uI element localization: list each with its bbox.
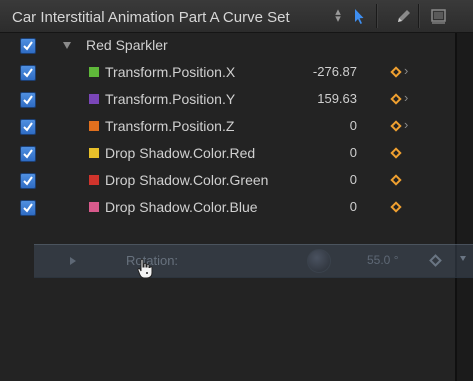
keyframe-diamond-icon[interactable] bbox=[390, 66, 402, 78]
enable-checkbox[interactable] bbox=[20, 119, 36, 135]
pen-icon[interactable] bbox=[394, 6, 414, 26]
keyframe-diamond-icon[interactable] bbox=[390, 120, 402, 132]
parameter-label: Drop Shadow.Color.Blue bbox=[105, 199, 258, 215]
color-swatch bbox=[89, 148, 99, 158]
checkmark-icon bbox=[23, 122, 33, 132]
parameter-label: Transform.Position.Z bbox=[105, 118, 235, 134]
parameter-value[interactable]: 0 bbox=[350, 172, 357, 187]
keyframe-diamond-icon[interactable] bbox=[390, 93, 402, 105]
checkmark-icon bbox=[23, 149, 33, 159]
enable-checkbox[interactable] bbox=[20, 173, 36, 189]
checkmark-icon bbox=[23, 176, 33, 186]
parameter-value[interactable]: 0 bbox=[350, 145, 357, 160]
keyframe-diamond-icon bbox=[429, 254, 442, 267]
parameter-list: Red Sparkler Transform.Position.X -276.8… bbox=[0, 33, 455, 381]
parameter-row[interactable]: Transform.Position.Y 159.63 › bbox=[0, 87, 455, 113]
parameter-value[interactable]: -276.87 bbox=[313, 64, 357, 79]
parameter-label: Transform.Position.Y bbox=[105, 91, 236, 107]
up-down-stepper-icon[interactable]: ▴ ▾ bbox=[333, 7, 343, 25]
keyframe-diamond-icon[interactable] bbox=[390, 201, 402, 213]
checkmark-icon bbox=[23, 41, 33, 51]
rotation-dial-icon bbox=[307, 249, 331, 273]
enable-checkbox[interactable] bbox=[20, 146, 36, 162]
group-row-red-sparkler[interactable]: Red Sparkler bbox=[0, 33, 455, 59]
parameter-row[interactable]: Drop Shadow.Color.Red 0 bbox=[0, 141, 455, 167]
curve-editor-panel: Car Interstitial Animation Part A Curve … bbox=[0, 0, 473, 381]
disclosure-triangle-icon bbox=[70, 257, 76, 265]
next-keyframe-arrow-icon[interactable]: › bbox=[404, 63, 408, 78]
enable-checkbox[interactable] bbox=[20, 200, 36, 216]
parameter-value[interactable]: 0 bbox=[350, 118, 357, 133]
keyframe-diamond-icon[interactable] bbox=[390, 147, 402, 159]
group-label: Red Sparkler bbox=[86, 37, 168, 53]
header-divider bbox=[376, 4, 378, 28]
disclosure-triangle-icon[interactable] bbox=[63, 42, 71, 49]
parameter-label: Drop Shadow.Color.Green bbox=[105, 172, 269, 188]
enable-checkbox[interactable] bbox=[20, 92, 36, 108]
next-keyframe-arrow-icon[interactable]: › bbox=[404, 117, 408, 132]
color-swatch bbox=[89, 67, 99, 77]
color-swatch bbox=[89, 175, 99, 185]
arrow-pointer-icon[interactable] bbox=[349, 6, 369, 26]
color-swatch bbox=[89, 121, 99, 131]
parameter-label: Transform.Position.X bbox=[105, 64, 236, 80]
checkmark-icon bbox=[23, 203, 33, 213]
color-swatch bbox=[89, 94, 99, 104]
parameter-row[interactable]: Transform.Position.Z 0 › bbox=[0, 114, 455, 140]
parameter-row[interactable]: Transform.Position.X -276.87 › bbox=[0, 60, 455, 86]
frame-icon[interactable] bbox=[429, 6, 449, 26]
checkmark-icon bbox=[23, 68, 33, 78]
graph-area-edge bbox=[455, 33, 473, 381]
parameter-value[interactable]: 159.63 bbox=[317, 91, 357, 106]
dragged-parameter-ghost[interactable]: Rotation: 55.0 ° bbox=[34, 244, 473, 278]
color-swatch bbox=[89, 202, 99, 212]
enable-checkbox[interactable] bbox=[20, 38, 36, 54]
parameter-row[interactable]: Drop Shadow.Color.Green 0 bbox=[0, 168, 455, 194]
chevron-down-icon bbox=[460, 256, 466, 261]
parameter-label: Drop Shadow.Color.Red bbox=[105, 145, 256, 161]
drag-copy-cursor-icon bbox=[137, 258, 153, 280]
parameter-value[interactable]: 0 bbox=[350, 199, 357, 214]
enable-checkbox[interactable] bbox=[20, 65, 36, 81]
header-divider bbox=[418, 4, 420, 28]
next-keyframe-arrow-icon[interactable]: › bbox=[404, 90, 408, 105]
parameter-row[interactable]: Drop Shadow.Color.Blue 0 bbox=[0, 195, 455, 221]
checkmark-icon bbox=[23, 95, 33, 105]
keyframe-diamond-icon[interactable] bbox=[390, 174, 402, 186]
ghost-parameter-value: 55.0 ° bbox=[367, 253, 399, 267]
curve-set-popup[interactable]: Car Interstitial Animation Part A Curve … bbox=[12, 9, 290, 26]
curve-set-header: Car Interstitial Animation Part A Curve … bbox=[0, 0, 473, 33]
